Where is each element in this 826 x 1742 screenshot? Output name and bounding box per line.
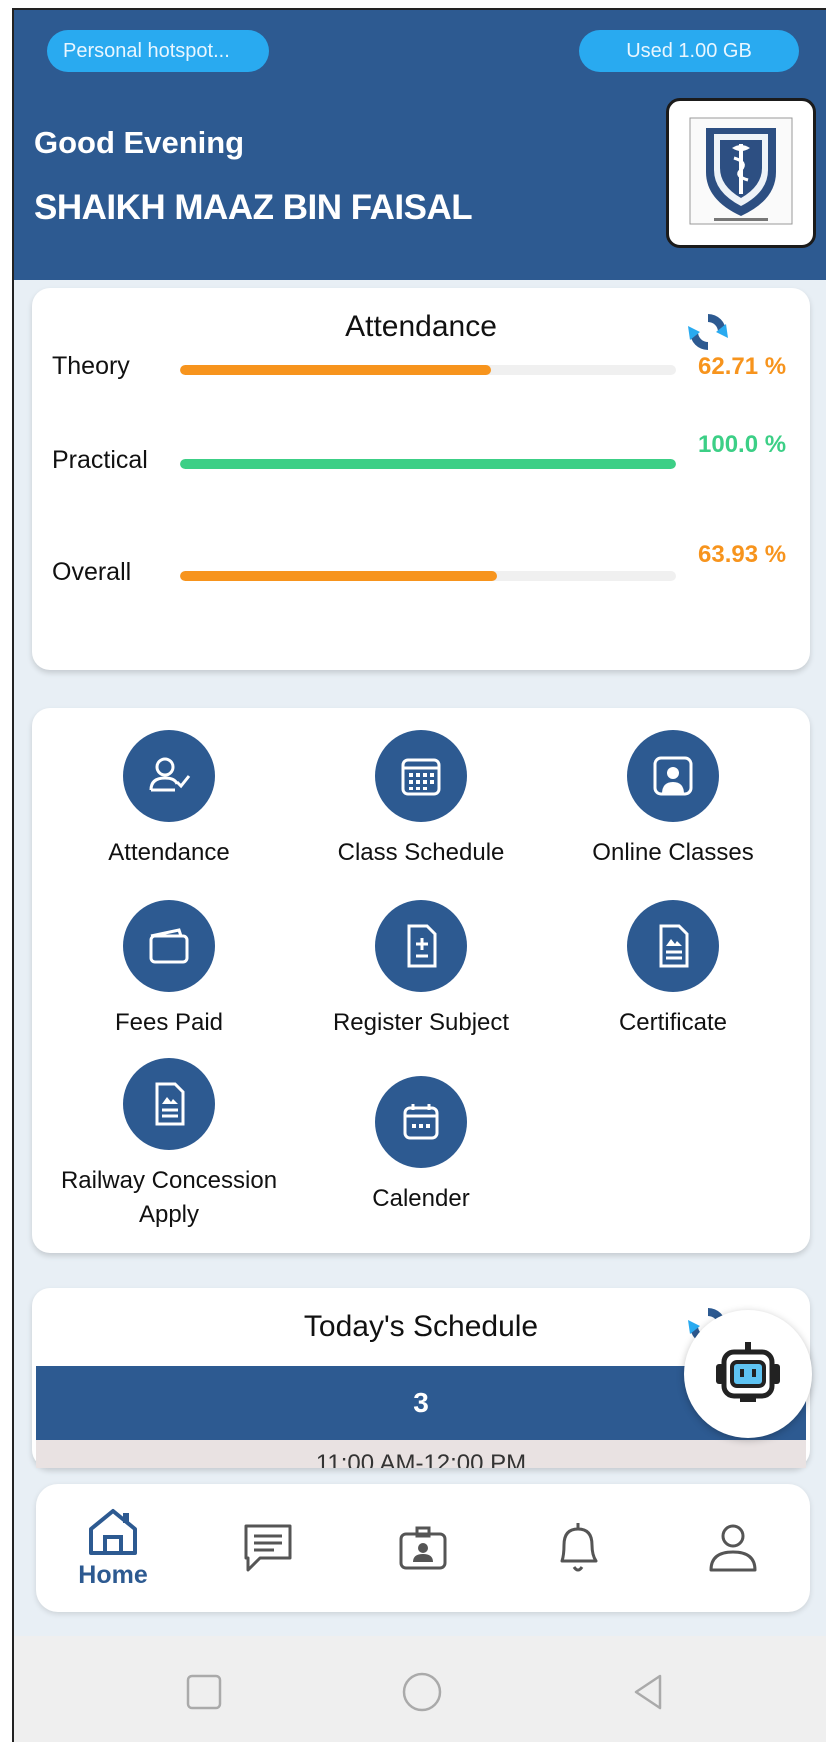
class-schedule-app-circle bbox=[375, 730, 467, 822]
nav-home[interactable]: Home bbox=[36, 1484, 190, 1612]
robot-icon bbox=[716, 1342, 780, 1402]
recent-apps-icon[interactable] bbox=[182, 1670, 226, 1714]
attendance-app-button[interactable]: Attendance bbox=[49, 730, 289, 870]
fees-paid-app-button[interactable]: Fees Paid bbox=[49, 900, 289, 1040]
practical-progress-bar bbox=[180, 459, 676, 469]
app-label: Register Subject bbox=[332, 1009, 510, 1036]
certificate-app-circle bbox=[627, 900, 719, 992]
home-circle-icon[interactable] bbox=[400, 1670, 444, 1714]
lecture-time: 11:00 AM-12:00 PM bbox=[315, 1450, 527, 1468]
online-classes-app-button[interactable]: Online Classes bbox=[553, 730, 793, 870]
data-usage-pill: Used 1.00 GB bbox=[579, 30, 799, 72]
certificate-document-icon bbox=[659, 924, 689, 968]
wallet-icon bbox=[149, 928, 189, 964]
fees-paid-app-circle bbox=[123, 900, 215, 992]
header: Personal hotspot... Used 1.00 GB Good Ev… bbox=[14, 10, 826, 280]
app-label: Railway Concession Apply bbox=[60, 1167, 278, 1228]
nav-notifications[interactable] bbox=[501, 1484, 655, 1612]
nav-home-label: Home bbox=[78, 1560, 148, 1589]
message-icon bbox=[244, 1524, 292, 1572]
bottom-navigation: Home bbox=[36, 1484, 810, 1612]
railway-document-icon bbox=[155, 1082, 185, 1126]
app-label: Certificate bbox=[618, 1009, 728, 1036]
overall-label: Overall bbox=[52, 558, 132, 586]
app-label: Attendance bbox=[108, 839, 230, 866]
overall-progress-bar bbox=[180, 571, 676, 581]
theory-label: Theory bbox=[52, 352, 130, 380]
quick-actions-card: Attendance Class Schedule Online Classes… bbox=[32, 708, 810, 1253]
app-label: Fees Paid bbox=[114, 1009, 224, 1036]
theory-percentage: 62.71 % bbox=[698, 353, 787, 380]
calendar-grid-icon bbox=[401, 758, 441, 796]
register-subject-app-button[interactable]: Register Subject bbox=[301, 900, 541, 1040]
profile-icon bbox=[709, 1524, 757, 1572]
calendar-icon bbox=[403, 1104, 439, 1140]
app-label: Online Classes bbox=[592, 839, 754, 866]
refresh-icon[interactable] bbox=[684, 308, 732, 356]
nav-id-card[interactable] bbox=[346, 1484, 500, 1612]
lecture-time-row: 11:00 AM-12:00 PM bbox=[36, 1440, 806, 1468]
chatbot-button[interactable] bbox=[684, 1310, 812, 1438]
system-navigation-bar bbox=[14, 1636, 826, 1742]
user-check-icon bbox=[149, 757, 191, 792]
calender-app-circle bbox=[375, 1076, 467, 1168]
home-icon bbox=[89, 1508, 137, 1555]
id-card-icon bbox=[399, 1526, 447, 1570]
practical-percentage: 100.0 % bbox=[698, 431, 787, 458]
attendance-card: Attendance Theory 62.71 % Practical 100.… bbox=[32, 288, 810, 670]
theory-progress-bar bbox=[180, 365, 676, 375]
calender-app-button[interactable]: Calender bbox=[301, 1076, 541, 1216]
railway-concession-app-circle bbox=[123, 1058, 215, 1150]
video-class-icon bbox=[653, 756, 693, 796]
app-label: Class Schedule bbox=[337, 839, 505, 866]
register-subject-app-circle bbox=[375, 900, 467, 992]
phone-screen: Personal hotspot... Used 1.00 GB Good Ev… bbox=[12, 8, 826, 1742]
overall-progress-fill bbox=[180, 571, 498, 581]
practical-progress-fill bbox=[180, 459, 676, 469]
student-name: SHAIKH MAAZ BIN FAISAL bbox=[34, 188, 473, 227]
overall-percentage: 63.93 % bbox=[698, 541, 787, 568]
college-logo[interactable] bbox=[666, 98, 816, 248]
bell-icon bbox=[560, 1523, 598, 1572]
nav-profile[interactable] bbox=[656, 1484, 810, 1612]
college-of-pharmacy-logo-icon bbox=[689, 117, 793, 225]
greeting-text: Good Evening bbox=[34, 125, 245, 160]
register-document-icon bbox=[407, 924, 437, 968]
online-classes-app-circle bbox=[627, 730, 719, 822]
hotspot-status-pill[interactable]: Personal hotspot... bbox=[47, 30, 269, 72]
practical-label: Practical bbox=[52, 446, 148, 474]
app-label: Calender bbox=[372, 1185, 470, 1212]
class-schedule-app-button[interactable]: Class Schedule bbox=[301, 730, 541, 870]
railway-concession-app-button[interactable]: Railway Concession Apply bbox=[49, 1058, 289, 1232]
attendance-app-circle bbox=[123, 730, 215, 822]
nav-messages[interactable] bbox=[191, 1484, 345, 1612]
theory-progress-fill bbox=[180, 365, 492, 375]
back-triangle-icon[interactable] bbox=[626, 1670, 670, 1714]
certificate-app-button[interactable]: Certificate bbox=[553, 900, 793, 1040]
